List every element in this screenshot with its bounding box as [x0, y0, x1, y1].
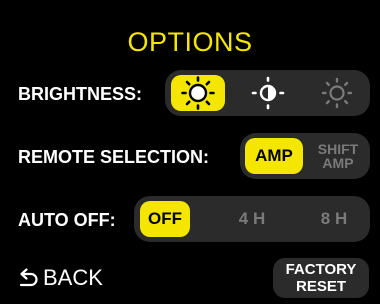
auto-off-off-label: OFF: [148, 209, 182, 228]
remote-selection-selector: AMP SHIFT AMP: [240, 133, 370, 179]
brightness-selector: [165, 70, 370, 116]
brightness-label: BRIGHTNESS:: [18, 84, 143, 104]
page-title: OPTIONS: [127, 27, 253, 57]
remote-shift-amp-line2: AMP: [322, 155, 354, 171]
auto-off-selector: OFF 4 H 8 H: [134, 196, 370, 242]
factory-reset-line1: FACTORY: [285, 261, 357, 278]
brightness-high-option[interactable]: [171, 75, 225, 111]
back-label: BACK: [43, 265, 103, 290]
back-button[interactable]: BACK: [17, 262, 103, 294]
factory-reset-button[interactable]: FACTORY RESET: [273, 258, 369, 298]
auto-off-label: AUTO OFF:: [18, 210, 116, 230]
factory-reset-line2: RESET: [295, 278, 346, 295]
auto-off-4h-option[interactable]: 4 H: [222, 201, 282, 237]
remote-selection-label: REMOTE SELECTION:: [18, 147, 210, 167]
remote-shift-amp-option[interactable]: SHIFT AMP: [310, 138, 366, 174]
auto-off-4h-label: 4 H: [238, 209, 266, 228]
remote-amp-option[interactable]: AMP: [245, 138, 303, 174]
remote-shift-amp-line1: SHIFT: [317, 141, 359, 157]
auto-off-off-option[interactable]: OFF: [140, 201, 190, 237]
auto-off-8h-label: 8 H: [320, 209, 348, 228]
back-arrow-icon: [19, 268, 38, 287]
sun-half-icon: [251, 76, 285, 110]
brightness-low-option[interactable]: [310, 75, 364, 111]
sun-bright-icon: [181, 76, 215, 110]
remote-amp-label: AMP: [255, 146, 293, 165]
auto-off-8h-option[interactable]: 8 H: [304, 201, 364, 237]
sun-dim-icon: [321, 77, 353, 109]
brightness-medium-option[interactable]: [241, 75, 295, 111]
